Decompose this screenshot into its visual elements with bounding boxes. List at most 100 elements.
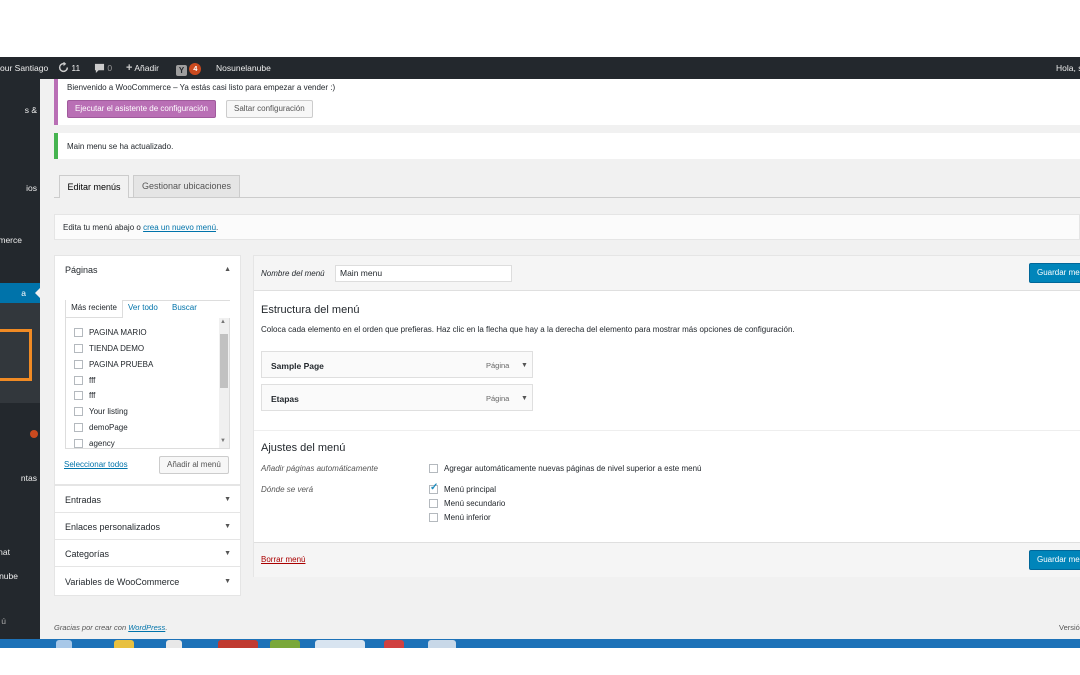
page-checkbox[interactable] bbox=[74, 344, 83, 353]
tab-most-recent[interactable]: Más reciente bbox=[65, 300, 123, 318]
page-checkbox[interactable] bbox=[74, 328, 83, 337]
location-label: Dónde se verá bbox=[261, 485, 314, 494]
location-checkbox-primary[interactable]: ✓ bbox=[429, 482, 439, 494]
page-label: fff bbox=[89, 376, 96, 385]
scroll-down-icon[interactable]: ▼ bbox=[220, 438, 226, 444]
page-checkbox[interactable] bbox=[74, 423, 83, 432]
add-to-menu-button[interactable]: Añadir al menú bbox=[159, 456, 229, 474]
save-menu-button-bottom[interactable]: Guardar me bbox=[1029, 550, 1080, 570]
taskbar-app[interactable] bbox=[114, 640, 134, 648]
location-checkbox-footer[interactable] bbox=[429, 513, 438, 522]
admin-sidebar: s & ios merce a ntas nat nube ú bbox=[0, 79, 40, 639]
updated-notice: Main menu se ha actualizado. bbox=[54, 133, 1080, 159]
taskbar-app[interactable] bbox=[270, 640, 300, 648]
skip-setup-button[interactable]: Saltar configuración bbox=[226, 100, 313, 118]
tab-view-all[interactable]: Ver todo bbox=[128, 303, 158, 312]
updates-count: 11 bbox=[71, 63, 81, 73]
yoast-link[interactable]: Y 4 bbox=[176, 57, 202, 79]
menu-footer: Borrar menú Guardar me bbox=[254, 542, 1080, 577]
comments-count: 0 bbox=[107, 63, 113, 73]
scroll-up-icon[interactable]: ▲ bbox=[220, 319, 226, 325]
updates-link[interactable]: 11 bbox=[58, 57, 80, 79]
page-checkbox[interactable] bbox=[74, 407, 83, 416]
taskbar-app[interactable] bbox=[428, 640, 456, 648]
divider bbox=[254, 430, 1080, 431]
tab-search[interactable]: Buscar bbox=[172, 303, 197, 312]
checkmark-icon: ✓ bbox=[430, 482, 439, 493]
save-menu-button-top[interactable]: Guardar me bbox=[1029, 263, 1080, 283]
menu-structure-title: Estructura del menú bbox=[261, 304, 360, 316]
site2-link[interactable]: Nosunelanube bbox=[216, 57, 271, 79]
create-new-menu-link[interactable]: crea un nuevo menú bbox=[143, 223, 216, 232]
site-name-link[interactable]: our Santiago bbox=[0, 57, 48, 79]
menu-edit-panel: Nombre del menú Main menu Guardar me Est… bbox=[253, 255, 1080, 577]
notification-dot bbox=[30, 430, 38, 438]
page-label: PAGINA PRUEBA bbox=[89, 360, 154, 369]
taskbar-app[interactable] bbox=[56, 640, 72, 648]
location-secondary-label: Menú secundario bbox=[444, 499, 506, 508]
windows-taskbar bbox=[0, 639, 1080, 648]
new-content-link[interactable]: + Añadir bbox=[126, 57, 159, 79]
page-checkbox[interactable] bbox=[74, 360, 83, 369]
sidebar-item[interactable]: ntas bbox=[21, 473, 37, 483]
accordion-categories[interactable]: Categorías ▼ bbox=[54, 539, 241, 567]
page-label: demoPage bbox=[89, 423, 128, 432]
footer-thanks: Gracias por crear con WordPress. bbox=[54, 623, 167, 632]
delete-menu-link[interactable]: Borrar menú bbox=[261, 555, 305, 564]
page-checkbox[interactable] bbox=[74, 391, 83, 400]
sidebar-item-woocommerce[interactable]: merce bbox=[0, 235, 22, 245]
taskbar-app[interactable] bbox=[218, 640, 258, 648]
sidebar-item[interactable]: nube bbox=[0, 571, 18, 581]
edit-menu-line: Edita tu menú abajo o crea un nuevo menú… bbox=[63, 223, 218, 232]
page-label: TIENDA DEMO bbox=[89, 344, 145, 353]
plus-icon: + bbox=[126, 62, 133, 74]
edit-menu-text: Edita tu menú abajo o bbox=[63, 223, 141, 232]
greeting[interactable]: Hola, s bbox=[1056, 57, 1080, 79]
sidebar-item[interactable]: s & bbox=[25, 105, 37, 115]
menu-name-input[interactable]: Main menu bbox=[335, 265, 512, 282]
accordion-custom-links[interactable]: Enlaces personalizados ▼ bbox=[54, 512, 241, 540]
chevron-down-icon: ▼ bbox=[224, 523, 231, 530]
tabs-underline bbox=[54, 197, 1080, 198]
chevron-down-icon[interactable]: ▼ bbox=[521, 395, 528, 402]
menu-item[interactable]: Sample Page Página ▼ bbox=[261, 351, 533, 378]
pages-title[interactable]: Páginas bbox=[65, 265, 98, 275]
page-label: PAGINA MARIO bbox=[89, 328, 147, 337]
chevron-down-icon[interactable]: ▼ bbox=[521, 362, 528, 369]
pages-metabox: Páginas ▲ Más reciente Ver todo Buscar ▲… bbox=[54, 255, 241, 485]
footer-thanks-text: Gracias por crear con bbox=[54, 623, 127, 632]
sidebar-item-label: a bbox=[21, 288, 26, 298]
sidebar-item-active[interactable]: a bbox=[0, 283, 40, 303]
sidebar-item[interactable]: nat bbox=[0, 547, 10, 557]
yoast-icon: Y bbox=[176, 65, 187, 76]
comments-link[interactable]: 0 bbox=[94, 57, 112, 79]
accordion-woocommerce[interactable]: Variables de WooCommerce ▼ bbox=[54, 566, 241, 596]
collapse-arrow-icon[interactable]: ▲ bbox=[224, 266, 231, 273]
comment-icon bbox=[94, 63, 105, 73]
scrollbar-thumb[interactable] bbox=[220, 334, 228, 388]
page-label: agency bbox=[89, 439, 115, 448]
tab-manage-locations[interactable]: Gestionar ubicaciones bbox=[133, 175, 240, 197]
run-wizard-button[interactable]: Ejecutar el asistente de configuración bbox=[67, 100, 216, 118]
collapse-menu[interactable]: ú bbox=[1, 616, 6, 626]
page-checkbox[interactable] bbox=[74, 439, 83, 448]
wordpress-link[interactable]: WordPress bbox=[128, 623, 165, 632]
auto-add-checkbox[interactable] bbox=[429, 464, 438, 473]
auto-add-option: Agregar automáticamente nuevas páginas d… bbox=[444, 464, 702, 473]
page-checkbox[interactable] bbox=[74, 376, 83, 385]
chevron-down-icon: ▼ bbox=[224, 550, 231, 557]
taskbar-app[interactable] bbox=[384, 640, 404, 648]
admin-bar: our Santiago 11 0 + Añadir Y 4 Nosunelan… bbox=[0, 57, 1080, 79]
sidebar-item[interactable]: ios bbox=[26, 183, 37, 193]
taskbar-app-active[interactable] bbox=[315, 640, 365, 648]
scrollbar[interactable]: ▲ ▼ bbox=[219, 318, 229, 448]
accordion-posts[interactable]: Entradas ▼ bbox=[54, 485, 241, 513]
menu-settings-title: Ajustes del menú bbox=[261, 442, 346, 454]
taskbar-app[interactable] bbox=[166, 640, 182, 648]
tab-edit-menus[interactable]: Editar menús bbox=[59, 175, 129, 198]
location-checkbox-secondary[interactable] bbox=[429, 499, 438, 508]
page-label: fff bbox=[89, 391, 96, 400]
accordion-label: Categorías bbox=[65, 549, 110, 559]
menu-item[interactable]: Etapas Página ▼ bbox=[261, 384, 533, 411]
select-all-link[interactable]: Seleccionar todos bbox=[64, 460, 128, 469]
